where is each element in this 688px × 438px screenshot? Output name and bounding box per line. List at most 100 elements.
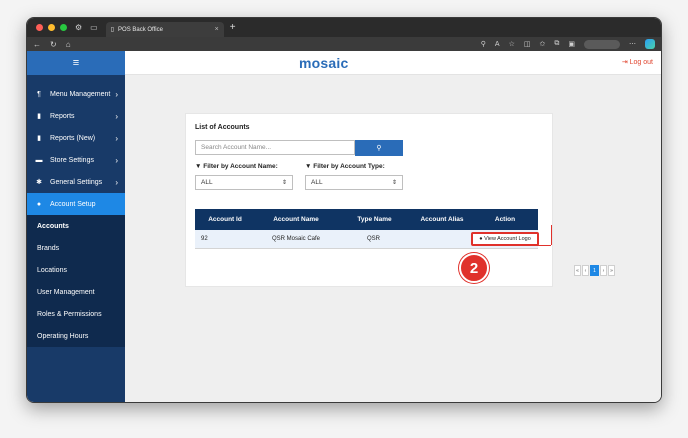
user-icon: ● xyxy=(479,236,483,242)
submenu-item-roles-permissions[interactable]: Roles & Permissions xyxy=(27,303,125,325)
column-header[interactable]: Type Name xyxy=(337,216,412,223)
new-tab-button[interactable]: + xyxy=(230,22,236,33)
profile-button[interactable] xyxy=(584,39,620,49)
submenu-item-user-management[interactable]: User Management xyxy=(27,281,125,303)
utensils-icon: ¶ xyxy=(37,90,41,98)
submenu-item-operating-hours[interactable]: Operating Hours xyxy=(27,325,125,347)
maximize-window-button[interactable] xyxy=(60,24,67,31)
tab-list-icon[interactable]: ▭ xyxy=(90,23,98,32)
more-icon[interactable]: ⋯ xyxy=(629,40,636,48)
favorites-icon[interactable]: ✩ xyxy=(540,40,546,48)
next-page-button[interactable]: › xyxy=(600,265,607,276)
prev-page-button[interactable]: ‹ xyxy=(582,265,589,276)
callout-connector xyxy=(489,245,551,246)
sidebar-item-reports-new[interactable]: ▮ Reports (New) › xyxy=(27,127,125,149)
app-header: mosaic ⇥ Log out xyxy=(125,51,661,75)
tab-actions-icon[interactable]: ⚙ xyxy=(75,23,82,32)
split-screen-icon[interactable]: ◫ xyxy=(524,40,531,48)
table-header: Account Id Account Name Type Name Accoun… xyxy=(195,209,538,230)
submenu-item-locations[interactable]: Locations xyxy=(27,259,125,281)
store-icon: ▬ xyxy=(35,156,43,164)
filter-icon: ▼ xyxy=(305,163,312,170)
filter-type-label: ▼ Filter by Account Type: xyxy=(305,163,385,170)
search-icon[interactable]: ⚲ xyxy=(481,40,486,48)
submenu-item-brands[interactable]: Brands xyxy=(27,237,125,259)
copilot-icon[interactable] xyxy=(645,39,655,49)
sidebar-item-account-setup[interactable]: ● Account Setup xyxy=(27,193,125,215)
column-header[interactable]: Account Alias xyxy=(412,216,472,223)
sidebar-item-label: Account Setup xyxy=(50,200,96,208)
filter-type-text: Filter by Account Type: xyxy=(313,163,385,170)
search-button[interactable]: ⚲ xyxy=(355,140,403,156)
table-row: 92 QSR Mosaic Cafe QSR ● View Account Lo… xyxy=(195,230,539,249)
chevron-right-icon: › xyxy=(115,155,118,165)
accounts-table: Account Id Account Name Type Name Accoun… xyxy=(195,209,539,249)
gear-icon: ✱ xyxy=(36,179,42,186)
sidebar-item-label: Reports (New) xyxy=(50,134,96,142)
title-bar: ⚙ ▭ ▯ POS Back Office × + xyxy=(27,18,661,37)
close-tab-icon[interactable]: × xyxy=(215,26,219,33)
column-header[interactable]: Account Id xyxy=(195,216,255,223)
tab-title: POS Back Office xyxy=(118,26,163,33)
sidebar-item-label: Reports xyxy=(50,112,75,120)
chevron-right-icon: › xyxy=(115,177,118,187)
page-title: List of Accounts xyxy=(195,124,250,131)
minimize-window-button[interactable] xyxy=(48,24,55,31)
logout-link[interactable]: ⇥ Log out xyxy=(622,58,653,66)
sort-caret-icon: ⇕ xyxy=(391,180,397,186)
filter-name-value: ALL xyxy=(201,179,213,186)
sidebar-item-menu-management[interactable]: ¶ Menu Management › xyxy=(27,83,125,105)
browser-window: ⚙ ▭ ▯ POS Back Office × + ← ↻ ⌂ ⚲ A ☆ ◫ … xyxy=(26,17,662,403)
refresh-icon[interactable]: ↻ xyxy=(50,40,57,49)
chevron-right-icon: › xyxy=(115,89,118,99)
close-window-button[interactable] xyxy=(36,24,43,31)
chevron-right-icon: › xyxy=(115,133,118,143)
collections-icon[interactable]: ⧉ xyxy=(554,40,559,48)
filter-icon: ▼ xyxy=(195,163,202,170)
sidebar-item-label: General Settings xyxy=(50,178,103,186)
page-1-button[interactable]: 1 xyxy=(590,265,599,276)
extensions-icon[interactable]: ▣ xyxy=(568,40,575,48)
accounts-card: List of Accounts Search Account Name... … xyxy=(185,113,615,287)
sort-caret-icon: ⇕ xyxy=(281,180,287,186)
logo: mosaic xyxy=(299,55,349,71)
last-page-button[interactable]: » xyxy=(608,265,615,276)
filter-type-value: ALL xyxy=(311,179,323,186)
sidebar-item-label: Menu Management xyxy=(50,90,111,98)
sidebar-item-general-settings[interactable]: ✱ General Settings › xyxy=(27,171,125,193)
first-page-button[interactable]: « xyxy=(574,265,581,276)
sidebar-item-reports[interactable]: ▮ Reports › xyxy=(27,105,125,127)
filter-type-select[interactable]: ALL ⇕ xyxy=(305,175,403,190)
back-icon[interactable]: ← xyxy=(33,40,41,49)
view-account-logo-label: View Account Logo xyxy=(484,236,531,242)
search-input[interactable]: Search Account Name... xyxy=(195,140,355,155)
menu-toggle-icon[interactable]: ≡ xyxy=(27,51,125,75)
account-setup-submenu: Accounts Brands Locations User Managemen… xyxy=(27,215,125,347)
logout-icon: ⇥ xyxy=(621,59,628,66)
address-bar: ← ↻ ⌂ ⚲ A ☆ ◫ ✩ ⧉ ▣ ⋯ xyxy=(27,37,661,51)
cell-account-name: QSR Mosaic Cafe xyxy=(271,236,320,242)
pagination: « ‹ 1 › » xyxy=(574,265,615,276)
column-header[interactable]: Account Name xyxy=(255,216,337,223)
main-content: List of Accounts Search Account Name... … xyxy=(125,75,661,402)
cell-account-id: 92 xyxy=(201,236,208,242)
browser-tab[interactable]: ▯ POS Back Office × xyxy=(105,22,224,37)
page-icon: ▯ xyxy=(110,27,115,33)
window-controls xyxy=(36,24,67,31)
column-header: Action xyxy=(494,216,516,223)
search-icon: ⚲ xyxy=(376,145,382,152)
read-aloud-icon[interactable]: A xyxy=(495,41,500,48)
logout-label: Log out xyxy=(629,59,653,66)
filter-name-select[interactable]: ALL ⇕ xyxy=(195,175,293,190)
cell-type-name: QSR xyxy=(367,236,381,242)
favorite-icon[interactable]: ☆ xyxy=(509,40,515,48)
file-icon: ▮ xyxy=(37,113,41,120)
sidebar-item-store-settings[interactable]: ▬ Store Settings › xyxy=(27,149,125,171)
cell-action: ● View Account Logo xyxy=(471,232,539,246)
step-badge: 2 xyxy=(459,253,489,283)
submenu-item-accounts[interactable]: Accounts xyxy=(27,215,125,237)
callout-connector xyxy=(551,225,552,245)
view-account-logo-button[interactable]: ● View Account Logo xyxy=(471,232,539,246)
home-icon[interactable]: ⌂ xyxy=(66,40,71,49)
filter-name-label: ▼ Filter by Account Name: xyxy=(195,163,278,170)
